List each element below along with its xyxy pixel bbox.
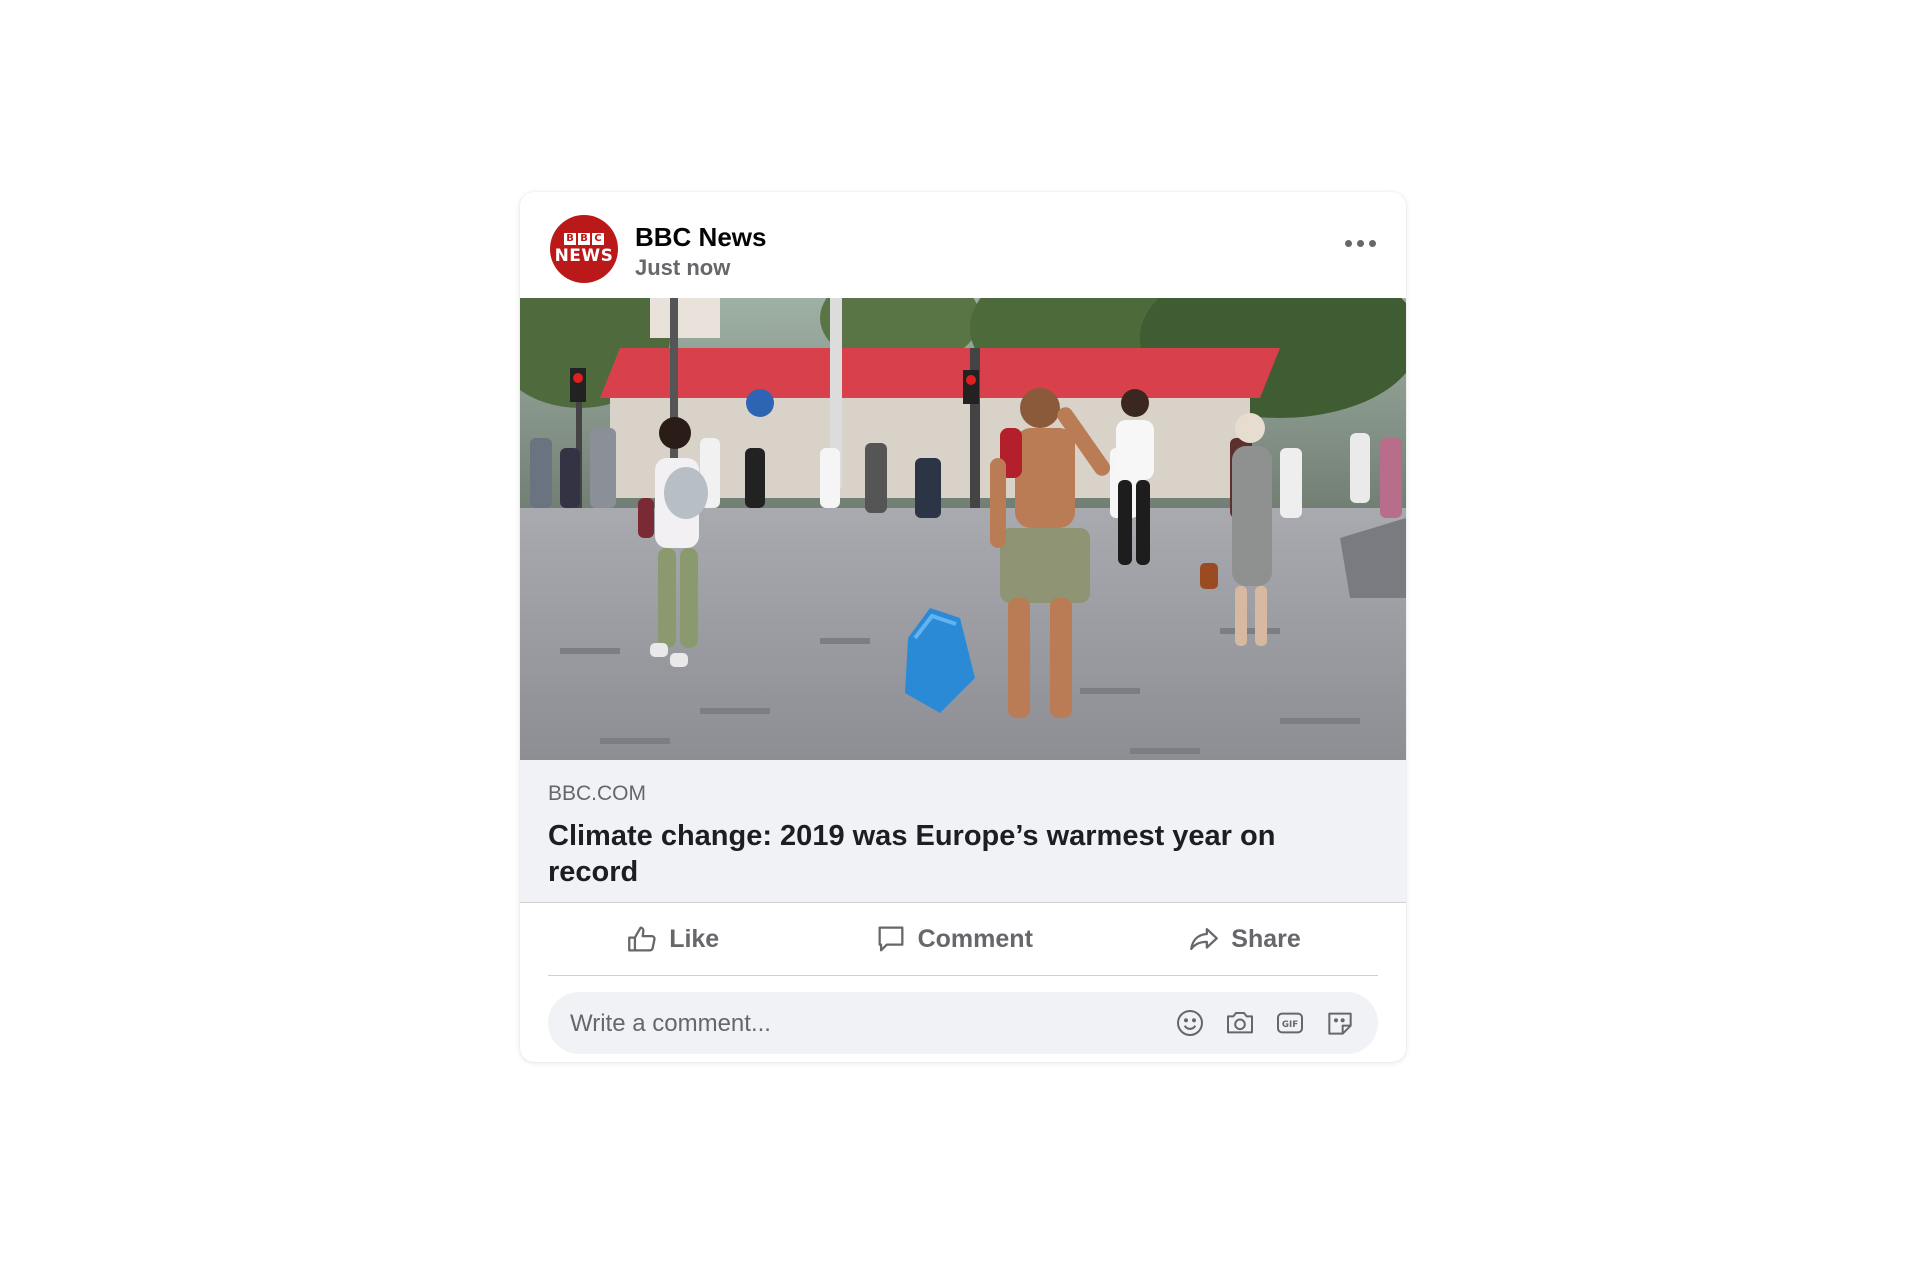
like-button[interactable]: Like bbox=[605, 914, 739, 964]
bbc-logo-letter: B bbox=[564, 233, 576, 245]
post-header: B B C NEWS BBC News Just now bbox=[520, 192, 1406, 298]
link-domain: BBC.COM bbox=[548, 782, 647, 805]
more-options-button[interactable] bbox=[1338, 230, 1382, 256]
sticker-icon[interactable] bbox=[1324, 1007, 1356, 1039]
comment-label: Comment bbox=[917, 924, 1033, 953]
link-preview[interactable]: BBC.COM Climate change: 2019 was Europe’… bbox=[520, 760, 1406, 903]
share-button[interactable]: Share bbox=[1167, 914, 1320, 964]
link-title: Climate change: 2019 was Europe’s warmes… bbox=[548, 820, 1276, 888]
share-label: Share bbox=[1231, 924, 1301, 953]
bbc-logo-letter: B bbox=[578, 233, 590, 245]
comment-tools: GIF bbox=[1174, 1007, 1356, 1039]
emoji-icon[interactable] bbox=[1174, 1007, 1206, 1039]
like-label: Like bbox=[669, 924, 720, 953]
thumbs-up-icon bbox=[628, 926, 656, 952]
more-horizontal-icon bbox=[1344, 239, 1352, 247]
comment-input[interactable] bbox=[568, 992, 1132, 1056]
page-name[interactable]: BBC News bbox=[635, 222, 766, 253]
comment-box: GIF bbox=[548, 992, 1378, 1056]
share-arrow-icon bbox=[1190, 927, 1219, 951]
post-timestamp[interactable]: Just now bbox=[635, 255, 730, 281]
post-image[interactable] bbox=[520, 298, 1406, 760]
speech-bubble-icon bbox=[878, 926, 904, 952]
bbc-logo-boxes: B B C bbox=[564, 233, 604, 245]
gif-icon[interactable]: GIF bbox=[1274, 1007, 1306, 1039]
comment-button[interactable]: Comment bbox=[854, 914, 1053, 964]
post-card: B B C NEWS BBC News Just now BBC.COM Cli… bbox=[520, 192, 1406, 1062]
bbc-logo-letter: C bbox=[592, 233, 604, 245]
camera-icon[interactable] bbox=[1224, 1007, 1256, 1039]
avatar[interactable]: B B C NEWS bbox=[550, 215, 618, 283]
post-actions: Like Comment Share bbox=[548, 903, 1378, 976]
svg-text:GIF: GIF bbox=[1282, 1020, 1298, 1030]
news-logo-text: NEWS bbox=[554, 246, 614, 266]
